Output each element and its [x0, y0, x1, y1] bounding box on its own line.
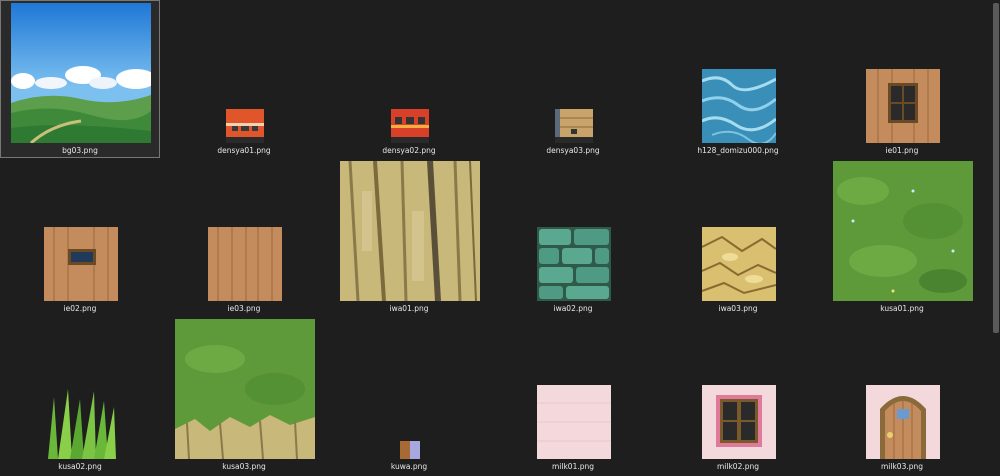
- file-item-milk03[interactable]: milk03.png: [822, 316, 982, 474]
- file-name: kusa03.png: [222, 462, 266, 471]
- cliff-rock-texture-thumbnail: [340, 161, 480, 301]
- file-item-milk01[interactable]: milk01.png: [493, 316, 653, 474]
- file-name: iwa03.png: [718, 304, 758, 313]
- file-name: milk02.png: [716, 462, 760, 471]
- file-name: densya03.png: [546, 146, 600, 155]
- file-name: kusa01.png: [880, 304, 924, 313]
- file-item-milk02[interactable]: milk02.png: [658, 316, 818, 474]
- file-name: bg03.png: [62, 146, 98, 155]
- pink-wall-window-thumbnail: [702, 385, 776, 459]
- file-name: iwa01.png: [389, 304, 429, 313]
- wooden-wall-small-window-thumbnail: [44, 227, 118, 301]
- pink-wall-texture-thumbnail: [537, 385, 611, 459]
- file-item-ie01[interactable]: ie01.png: [822, 0, 982, 158]
- file-item-iwa02[interactable]: iwa02.png: [493, 158, 653, 316]
- file-item-kusa02[interactable]: kusa02.png: [0, 316, 160, 474]
- file-item-iwa03[interactable]: iwa03.png: [658, 158, 818, 316]
- file-item-ie03[interactable]: ie03.png: [164, 158, 324, 316]
- vertical-scrollbar[interactable]: [992, 0, 1000, 476]
- file-name: kusa02.png: [58, 462, 102, 471]
- train-car-red-thumbnail: [391, 109, 429, 143]
- yellow-rock-texture-thumbnail: [702, 227, 776, 301]
- file-item-iwa01[interactable]: iwa01.png: [329, 158, 489, 316]
- train-car-wooden-thumbnail: [555, 109, 593, 143]
- file-item-densya01[interactable]: densya01.png: [164, 0, 324, 158]
- file-item-kusa01[interactable]: kusa01.png: [822, 158, 982, 316]
- file-name: densya02.png: [382, 146, 436, 155]
- train-car-orange-thumbnail: [226, 109, 264, 143]
- grass-cliff-texture-thumbnail: [175, 319, 315, 459]
- wooden-wall-window-thumbnail: [866, 69, 940, 143]
- file-name: ie01.png: [885, 146, 919, 155]
- file-name: kuwa.png: [390, 462, 428, 471]
- file-item-densya03[interactable]: densya03.png: [493, 0, 653, 158]
- hoe-tool-thumbnail: [400, 441, 420, 459]
- grass-field-texture-thumbnail: [833, 161, 973, 301]
- sky-landscape-thumbnail: [11, 3, 151, 143]
- tall-grass-thumbnail: [44, 385, 118, 459]
- file-item-kuwa[interactable]: kuwa.png: [329, 316, 489, 474]
- file-name: h128_domizu000.png: [697, 146, 779, 155]
- file-name: milk01.png: [551, 462, 595, 471]
- file-item-h128-domizu000[interactable]: h128_domizu000.png: [658, 0, 818, 158]
- wooden-plank-texture-thumbnail: [208, 227, 282, 301]
- stone-wall-texture-thumbnail: [537, 227, 611, 301]
- file-item-densya02[interactable]: densya02.png: [329, 0, 489, 158]
- arched-wooden-door-thumbnail: [866, 385, 940, 459]
- file-name: milk03.png: [880, 462, 924, 471]
- file-item-ie02[interactable]: ie02.png: [0, 158, 160, 316]
- water-texture-thumbnail: [702, 69, 776, 143]
- file-name: ie02.png: [63, 304, 97, 313]
- file-name: densya01.png: [217, 146, 271, 155]
- file-name: iwa02.png: [553, 304, 593, 313]
- file-name: ie03.png: [227, 304, 261, 313]
- file-item-kusa03[interactable]: kusa03.png: [164, 316, 324, 474]
- file-item-bg03[interactable]: bg03.png: [0, 0, 160, 158]
- scrollbar-thumb[interactable]: [993, 3, 999, 333]
